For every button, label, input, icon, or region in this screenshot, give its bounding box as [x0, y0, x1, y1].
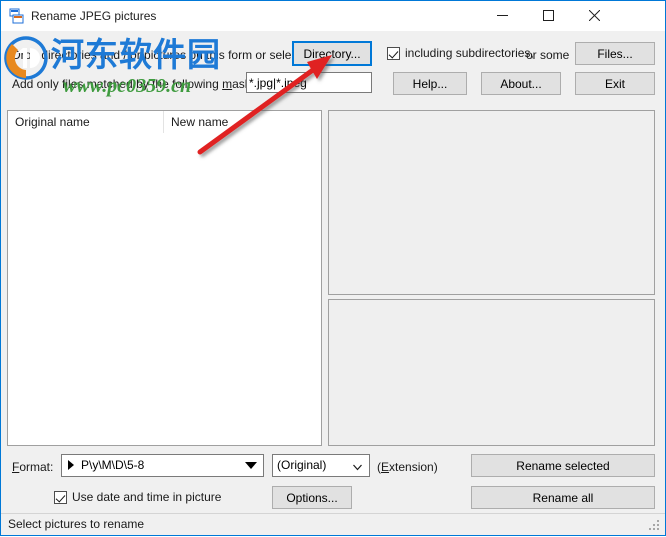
minimize-button[interactable] [479, 1, 525, 30]
column-header-new-name[interactable]: New name [163, 111, 321, 133]
close-icon [588, 10, 600, 21]
app-icon [9, 8, 25, 24]
rename-selected-button[interactable]: Rename selected [471, 454, 655, 477]
file-list-view[interactable]: Original name New name [7, 110, 322, 446]
exit-button[interactable]: Exit [575, 72, 655, 95]
about-button[interactable]: About... [481, 72, 561, 95]
maximize-icon [542, 10, 554, 21]
format-combobox[interactable]: P\y\M\D\5-8 [61, 454, 264, 477]
directory-button[interactable]: Directory... [292, 41, 372, 66]
mask-label-before: Add only files matched by the following [12, 77, 223, 91]
use-date-label: Use date and time in picture [72, 490, 222, 504]
help-button-label: Help... [412, 76, 448, 91]
extension-suffix-label: (Extension) [377, 460, 438, 474]
exit-button-label: Exit [604, 76, 625, 91]
use-date-checkbox[interactable]: Use date and time in picture [54, 490, 221, 504]
drop-hint-label: Drop directories and / or pictures on th… [12, 48, 311, 62]
extension-suffix-accel: E [381, 460, 390, 474]
maximize-button[interactable] [525, 1, 571, 30]
list-body[interactable] [8, 133, 321, 445]
help-button[interactable]: Help... [393, 72, 467, 95]
directory-button-label: Directory... [303, 46, 361, 61]
extension-suffix-after: xtension) [389, 460, 438, 474]
extension-combobox-value: (Original) [277, 458, 327, 472]
preview-panel-top [328, 110, 655, 295]
format-label: Format: [12, 460, 53, 474]
files-button[interactable]: Files... [575, 42, 655, 65]
chevron-down-icon[interactable] [245, 462, 257, 469]
status-bar: Select pictures to rename [1, 513, 665, 535]
client-area: Drop directories and / or pictures on th… [1, 31, 665, 535]
including-subdirectories-label: including subdirectories, [405, 46, 534, 60]
resize-grip[interactable] [649, 520, 661, 532]
column-header-original-name[interactable]: Original name [8, 111, 163, 133]
about-button-label: About... [500, 76, 542, 91]
including-subdirectories-checkbox[interactable]: including subdirectories, [387, 46, 534, 60]
status-text: Select pictures to rename [8, 517, 145, 531]
window-title: Rename JPEG pictures [31, 9, 157, 23]
checkbox-box [54, 490, 67, 504]
preview-panel-bottom [328, 299, 655, 446]
mask-label: Add only files matched by the following … [12, 77, 271, 91]
minimize-icon [496, 15, 508, 16]
extension-combobox[interactable]: (Original) [272, 454, 370, 477]
title-bar[interactable]: Rename JPEG pictures [1, 1, 665, 31]
files-button-label: Files... [597, 46, 633, 61]
app-window: Rename JPEG pictures Drop directories an… [0, 0, 666, 536]
options-button[interactable]: Options... [272, 486, 352, 509]
rename-all-label: Rename all [532, 490, 594, 505]
format-combobox-value: P\y\M\D\5-8 [81, 458, 145, 472]
mask-label-accel: m [222, 77, 233, 91]
checkbox-box [387, 46, 400, 60]
mask-input[interactable] [246, 72, 372, 93]
chevron-down-icon[interactable] [353, 461, 362, 471]
close-button[interactable] [571, 1, 617, 30]
options-button-label: Options... [286, 490, 338, 505]
rename-selected-label: Rename selected [516, 458, 610, 473]
rename-all-button[interactable]: Rename all [471, 486, 655, 509]
or-some-label: or some [526, 48, 570, 62]
format-label-rest: ormat: [19, 460, 54, 474]
play-arrow-icon [68, 460, 74, 470]
list-header-row: Original name New name [8, 111, 321, 134]
